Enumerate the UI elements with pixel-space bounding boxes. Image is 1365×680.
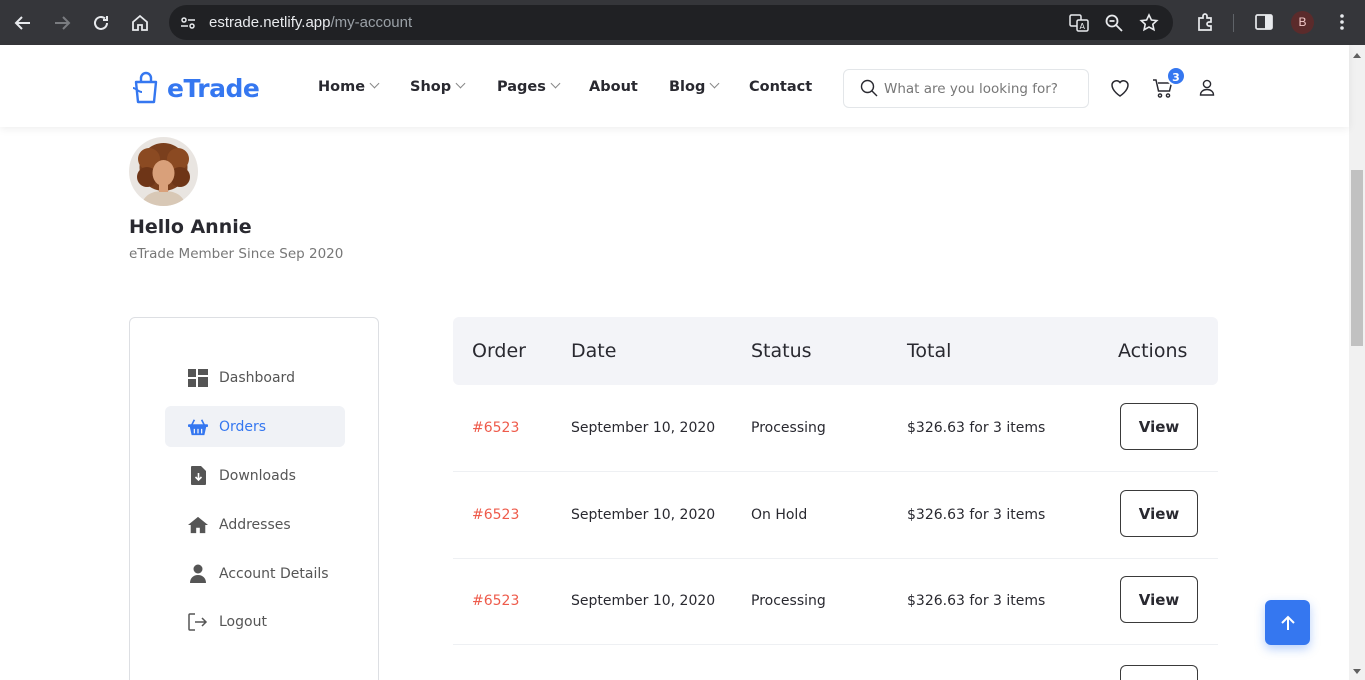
extensions-icon[interactable] xyxy=(1194,10,1218,34)
order-date: September 10, 2020 xyxy=(571,507,716,523)
order-total: $326.63 for 3 items xyxy=(907,420,1046,436)
sidebar-item-label: Orders xyxy=(219,418,267,435)
nav-shop[interactable]: Shop xyxy=(410,78,466,99)
reload-icon[interactable] xyxy=(88,10,114,36)
view-order-button[interactable]: View xyxy=(1120,576,1198,623)
order-status: Processing xyxy=(751,420,826,436)
nav-about-label: About xyxy=(589,79,638,95)
logo-text: eTrade xyxy=(167,73,260,103)
order-number-link[interactable]: #6523 xyxy=(472,507,519,523)
search-icon xyxy=(860,79,878,97)
sidebar-item-addresses[interactable]: Addresses xyxy=(165,504,345,545)
zoom-icon[interactable] xyxy=(1104,13,1124,33)
chevron-down-icon xyxy=(455,78,466,89)
nav-shop-label: Shop xyxy=(410,79,452,95)
menu-kebab-icon[interactable] xyxy=(1330,10,1354,34)
back-arrow-icon[interactable] xyxy=(10,10,36,36)
shopping-bag-logo-icon xyxy=(132,71,158,104)
sidebar-item-logout[interactable]: Logout xyxy=(165,601,345,642)
svg-text:A: A xyxy=(1080,22,1086,31)
column-header-date: Date xyxy=(571,340,617,362)
translate-icon[interactable]: A xyxy=(1069,13,1089,33)
order-number-link[interactable]: #6523 xyxy=(472,593,519,609)
dashboard-icon xyxy=(188,368,208,388)
home-icon xyxy=(188,515,208,535)
side-panel-icon[interactable] xyxy=(1252,10,1276,34)
greeting-heading: Hello Annie xyxy=(129,216,252,238)
download-file-icon xyxy=(188,466,208,486)
column-header-order: Order xyxy=(472,340,526,362)
page-scrollbar[interactable] xyxy=(1349,45,1365,680)
sidebar-item-downloads[interactable]: Downloads xyxy=(165,455,345,496)
scroll-down-arrow-icon[interactable] xyxy=(1353,669,1361,674)
chevron-down-icon xyxy=(369,78,380,89)
sidebar-item-label: Downloads xyxy=(219,467,296,484)
sidebar-item-label: Logout xyxy=(219,613,267,630)
sidebar-item-label: Dashboard xyxy=(219,369,295,386)
orders-table-header: Order Date Status Total Actions xyxy=(453,317,1218,385)
wishlist-heart-icon[interactable] xyxy=(1108,76,1132,100)
search-box[interactable] xyxy=(843,69,1089,108)
order-status: Processing xyxy=(751,593,826,609)
order-date: September 10, 2020 xyxy=(571,593,716,609)
sidebar-item-orders[interactable]: Orders xyxy=(165,406,345,447)
user-icon xyxy=(188,564,208,584)
sidebar-item-account-details[interactable]: Account Details xyxy=(165,553,345,594)
logout-icon xyxy=(188,612,208,632)
browser-toolbar: estrade.netlify.app/my-account A B xyxy=(0,0,1365,45)
scrollbar-thumb[interactable] xyxy=(1351,170,1363,346)
url-host: estrade.netlify.app xyxy=(209,14,331,31)
cart-count-badge: 3 xyxy=(1166,66,1186,86)
order-status: On Hold xyxy=(751,507,808,523)
bookmark-star-icon[interactable] xyxy=(1139,13,1159,33)
view-order-button[interactable] xyxy=(1120,665,1198,680)
column-header-actions: Actions xyxy=(1118,340,1188,362)
nav-contact[interactable]: Contact xyxy=(749,79,812,99)
forward-arrow-icon[interactable] xyxy=(49,10,75,36)
order-total: $326.63 for 3 items xyxy=(907,507,1046,523)
address-bar[interactable]: estrade.netlify.app/my-account A xyxy=(169,5,1173,40)
order-number-link[interactable]: #6523 xyxy=(472,420,519,436)
order-total: $326.63 for 3 items xyxy=(907,593,1046,609)
url-text: estrade.netlify.app/my-account xyxy=(209,14,412,31)
table-row: #6523 September 10, 2020 Processing $326… xyxy=(453,385,1218,472)
nav-pages[interactable]: Pages xyxy=(497,78,561,99)
user-account-icon[interactable] xyxy=(1195,76,1219,100)
basket-icon xyxy=(188,417,208,437)
logo[interactable]: eTrade xyxy=(131,71,260,105)
home-icon[interactable] xyxy=(127,10,153,36)
table-row: #6523 September 10, 2020 Processing $326… xyxy=(453,558,1218,645)
account-sidebar: Dashboard Orders Downloads Addresses Acc… xyxy=(129,317,379,680)
column-header-total: Total xyxy=(907,340,952,362)
site-header: eTrade Home Shop Pages About Blog Contac… xyxy=(0,45,1349,127)
nav-blog[interactable]: Blog xyxy=(669,78,720,99)
nav-pages-label: Pages xyxy=(497,79,546,95)
chevron-down-icon xyxy=(550,78,561,89)
nav-blog-label: Blog xyxy=(669,79,706,95)
order-date: September 10, 2020 xyxy=(571,420,716,436)
site-settings-icon[interactable] xyxy=(179,14,197,32)
user-avatar xyxy=(129,137,198,206)
table-row: #6523 September 10, 2020 On Hold $326.63… xyxy=(453,472,1218,559)
url-path: /my-account xyxy=(330,14,413,31)
scroll-up-arrow-icon[interactable] xyxy=(1353,53,1361,58)
nav-contact-label: Contact xyxy=(749,79,813,95)
member-since-text: eTrade Member Since Sep 2020 xyxy=(129,246,344,262)
chevron-down-icon xyxy=(709,78,720,89)
toolbar-divider xyxy=(1233,14,1234,32)
sidebar-item-label: Account Details xyxy=(219,565,329,582)
column-header-status: Status xyxy=(751,340,812,362)
nav-about[interactable]: About xyxy=(589,79,638,99)
sidebar-item-dashboard[interactable]: Dashboard xyxy=(165,357,345,398)
search-input[interactable] xyxy=(884,79,1079,99)
nav-home-label: Home xyxy=(318,79,366,95)
sidebar-item-label: Addresses xyxy=(219,516,291,533)
profile-avatar[interactable]: B xyxy=(1291,11,1314,34)
nav-home[interactable]: Home xyxy=(318,78,380,99)
view-order-button[interactable]: View xyxy=(1120,403,1198,450)
back-to-top-button[interactable] xyxy=(1265,600,1310,645)
arrow-up-icon xyxy=(1280,615,1295,630)
view-order-button[interactable]: View xyxy=(1120,490,1198,537)
